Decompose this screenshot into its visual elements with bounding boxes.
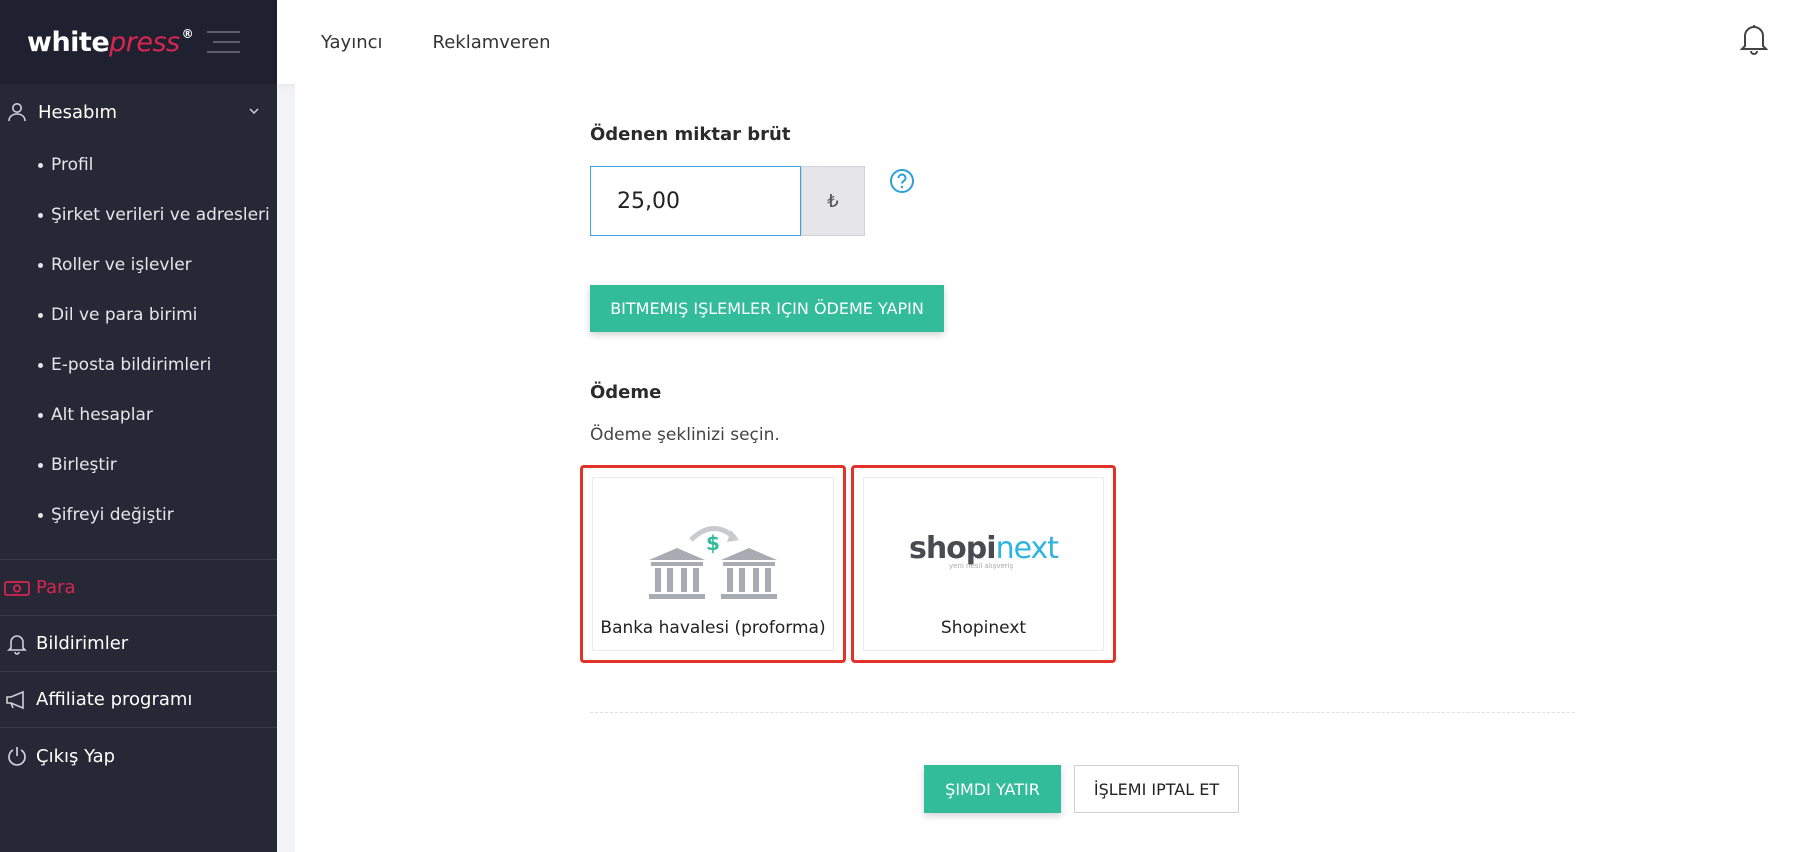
sidebar-item-money[interactable]: Para xyxy=(0,560,277,616)
sidebar-item-label: Hesabım xyxy=(38,101,117,123)
account-submenu: Profil Şirket verileri ve adresleri Roll… xyxy=(0,140,277,540)
sidebar-subitem-roles[interactable]: Roller ve işlevler xyxy=(0,240,277,290)
sidebar-item-label: Affiliate programı xyxy=(36,689,193,710)
logo-accent-text: press xyxy=(109,26,180,58)
payment-instructions: Ödeme şeklinizi seçin. xyxy=(590,425,780,445)
sidebar-subitem-label: E-posta bildirimleri xyxy=(51,355,212,375)
sidebar-subitem-company-data[interactable]: Şirket verileri ve adresleri xyxy=(0,190,277,240)
main-content: Ödenen miktar brüt ₺ BITMEMIŞ IŞLEMLER I… xyxy=(295,84,1811,852)
payment-method-label: Shopinext xyxy=(940,618,1027,638)
sidebar-subitem-label: Alt hesaplar xyxy=(51,405,153,425)
bullet-icon xyxy=(38,412,43,418)
money-icon xyxy=(4,576,30,600)
bullet-icon xyxy=(38,212,43,218)
sidebar-subitem-label: Profil xyxy=(51,155,94,175)
sidebar: whitepress ® Hesabım Profil Şirket verile… xyxy=(0,0,277,852)
notification-bell-icon[interactable] xyxy=(1739,22,1769,56)
shopinext-logo-text: shopinext xyxy=(908,531,1059,566)
sidebar-subitem-label: Birleştir xyxy=(51,455,117,475)
payment-method-shopinext[interactable]: shopinext yeni nesil alışveriş Shopinext xyxy=(851,465,1116,663)
sidebar-subitem-label: Dil ve para birimi xyxy=(51,305,198,325)
whitepress-logo[interactable]: whitepress ® xyxy=(27,26,194,58)
payment-method-bank-transfer[interactable]: $ Banka havalesi (proforma) xyxy=(580,465,846,663)
tab-publisher[interactable]: Yayıncı xyxy=(321,32,383,53)
bullet-icon xyxy=(38,512,43,518)
sidebar-item-label: Para xyxy=(36,577,76,598)
sidebar-subitem-profile[interactable]: Profil xyxy=(0,140,277,190)
sidebar-subitem-label: Şifreyi değiştir xyxy=(51,505,174,525)
svg-text:$: $ xyxy=(706,531,720,555)
sidebar-subitem-language-currency[interactable]: Dil ve para birimi xyxy=(0,290,277,340)
bullet-icon xyxy=(38,162,43,168)
logo-main-text: white xyxy=(27,26,110,58)
currency-addon: ₺ xyxy=(801,166,865,236)
user-icon xyxy=(6,101,28,123)
sidebar-subitem-label: Şirket verileri ve adresleri xyxy=(51,205,270,225)
sidebar-subitem-subaccounts[interactable]: Alt hesaplar xyxy=(0,390,277,440)
sidebar-item-notifications[interactable]: Bildirimler xyxy=(0,616,277,672)
payment-method-label: Banka havalesi (proforma) xyxy=(600,618,826,638)
bullet-icon xyxy=(38,312,43,318)
payment-method-card: $ Banka havalesi (proforma) xyxy=(592,477,834,651)
sidebar-item-logout[interactable]: Çıkış Yap xyxy=(0,728,277,784)
section-divider xyxy=(590,712,1575,713)
logo-accent-text: next xyxy=(995,531,1059,566)
invest-now-button[interactable]: ŞIMDI YATIR xyxy=(924,765,1061,813)
payment-method-card: shopinext yeni nesil alışveriş Shopinext xyxy=(863,477,1104,651)
sidebar-subitem-label: Roller ve işlevler xyxy=(51,255,192,275)
shopinext-tagline: yeni nesil alışveriş xyxy=(948,562,1014,570)
logo-reg-mark: ® xyxy=(181,26,194,41)
sidebar-subitem-change-password[interactable]: Şifreyi değiştir xyxy=(0,490,277,540)
brand-bar: whitepress ® xyxy=(0,0,277,84)
sidebar-item-label: Çıkış Yap xyxy=(36,745,116,767)
top-header: Yayıncı Reklamveren xyxy=(277,0,1811,84)
bell-icon xyxy=(4,632,30,656)
logo-main-text: shopi xyxy=(908,531,997,566)
sidebar-item-affiliate[interactable]: Affiliate programı xyxy=(0,672,277,728)
shopinext-logo: shopinext yeni nesil alışveriş xyxy=(908,531,1059,570)
pay-pending-button[interactable]: BITMEMIŞ IŞLEMLER IÇIN ÖDEME YAPIN xyxy=(590,285,944,332)
help-icon[interactable] xyxy=(889,168,915,194)
power-icon xyxy=(4,744,30,768)
chevron-down-icon xyxy=(249,108,259,115)
bank-transfer-icon: $ xyxy=(649,526,777,599)
megaphone-icon xyxy=(4,688,30,712)
bullet-icon xyxy=(38,362,43,368)
amount-label: Ödenen miktar brüt xyxy=(590,124,791,145)
menu-toggle-icon[interactable] xyxy=(207,31,240,53)
bullet-icon xyxy=(38,262,43,268)
cancel-transaction-button[interactable]: İŞLEMI IPTAL ET xyxy=(1074,765,1239,813)
bullet-icon xyxy=(38,462,43,468)
payment-section-title: Ödeme xyxy=(590,382,662,403)
sidebar-subitem-email-notifications[interactable]: E-posta bildirimleri xyxy=(0,340,277,390)
sidebar-item-account[interactable]: Hesabım xyxy=(0,84,277,140)
tab-advertiser[interactable]: Reklamveren xyxy=(433,32,551,53)
sidebar-subitem-merge[interactable]: Birleştir xyxy=(0,440,277,490)
sidebar-item-label: Bildirimler xyxy=(36,633,129,654)
amount-input[interactable] xyxy=(590,166,801,236)
